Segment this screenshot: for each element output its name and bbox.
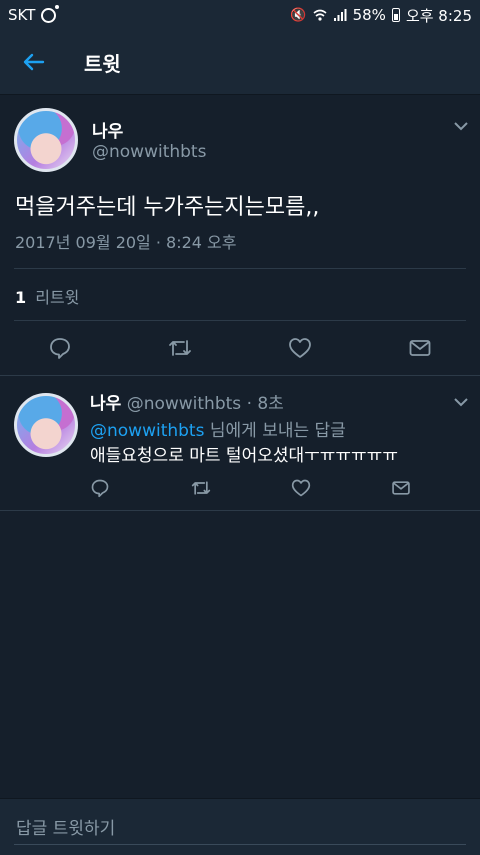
tweet-text: 먹을거주는데 누가주는지는모름,,: [15, 195, 320, 220]
chevron-down-icon: [454, 398, 468, 407]
page-title: 트윗: [84, 51, 121, 76]
direct-message-button[interactable]: [387, 474, 415, 502]
reply-button[interactable]: [46, 334, 74, 362]
tweet-menu-button[interactable]: [451, 116, 471, 136]
clock: 오후 8:25: [405, 6, 472, 25]
reply-time: · 8초: [246, 394, 284, 414]
wifi-icon: [313, 9, 327, 21]
reply-author-handle[interactable]: @nowwithbts: [127, 394, 241, 414]
like-button[interactable]: [286, 334, 314, 362]
retweet-count-label: 리트윗: [35, 288, 80, 307]
like-icon: [291, 479, 311, 497]
signal-icon: [333, 9, 347, 21]
battery-percent: 58%: [352, 6, 386, 24]
reply-input[interactable]: [14, 813, 466, 845]
chevron-down-icon: [454, 122, 468, 131]
reply-menu-button[interactable]: [451, 392, 471, 412]
reply-avatar[interactable]: [14, 393, 78, 457]
like-icon: [289, 338, 311, 358]
direct-message-button[interactable]: [406, 334, 434, 362]
battery-icon: [391, 8, 400, 22]
reply-icon: [91, 479, 109, 498]
replying-to: @nowwithbts 님에게 보내는 답글: [90, 416, 346, 441]
reply-compose-bar: [0, 798, 480, 855]
reply-header: 나우 @nowwithbts · 8초: [90, 389, 284, 414]
author-name[interactable]: 나우: [92, 117, 123, 142]
avatar[interactable]: [14, 108, 78, 172]
retweet-icon: [191, 481, 211, 495]
replying-to-label: 님에게 보내는 답글: [204, 421, 346, 441]
mute-icon: 🔇: [290, 7, 307, 23]
retweet-icon: [169, 340, 191, 356]
like-button[interactable]: [287, 474, 315, 502]
tweet-timestamp: 2017년 09월 20일 · 8:24 오후: [15, 233, 237, 252]
back-arrow-icon: [23, 53, 45, 71]
dm-icon: [392, 481, 410, 495]
author-handle[interactable]: @nowwithbts: [92, 142, 206, 162]
back-button[interactable]: [0, 30, 68, 94]
retweet-button[interactable]: [187, 474, 215, 502]
divider: [14, 320, 466, 321]
reply-button[interactable]: [86, 474, 114, 502]
reply-icon: [50, 338, 70, 359]
divider: [14, 268, 466, 269]
retweet-button[interactable]: [166, 334, 194, 362]
reply-author-name[interactable]: 나우: [90, 394, 121, 414]
carrier-label: SKT: [8, 6, 36, 24]
status-bar: SKT 🔇 58% 오후 8:25: [0, 0, 480, 30]
reply-text: 애들요청으로 마트 털어오셨대ㅜㅠㅠㅠㅠㅠ: [90, 446, 398, 466]
carrier-logo-icon: [41, 4, 60, 23]
dm-icon: [409, 340, 431, 356]
retweet-stats[interactable]: 1 리트윗: [15, 284, 79, 308]
app-bar: 트윗: [0, 30, 480, 95]
mention-link[interactable]: @nowwithbts: [90, 421, 204, 441]
retweet-count: 1: [15, 288, 27, 307]
